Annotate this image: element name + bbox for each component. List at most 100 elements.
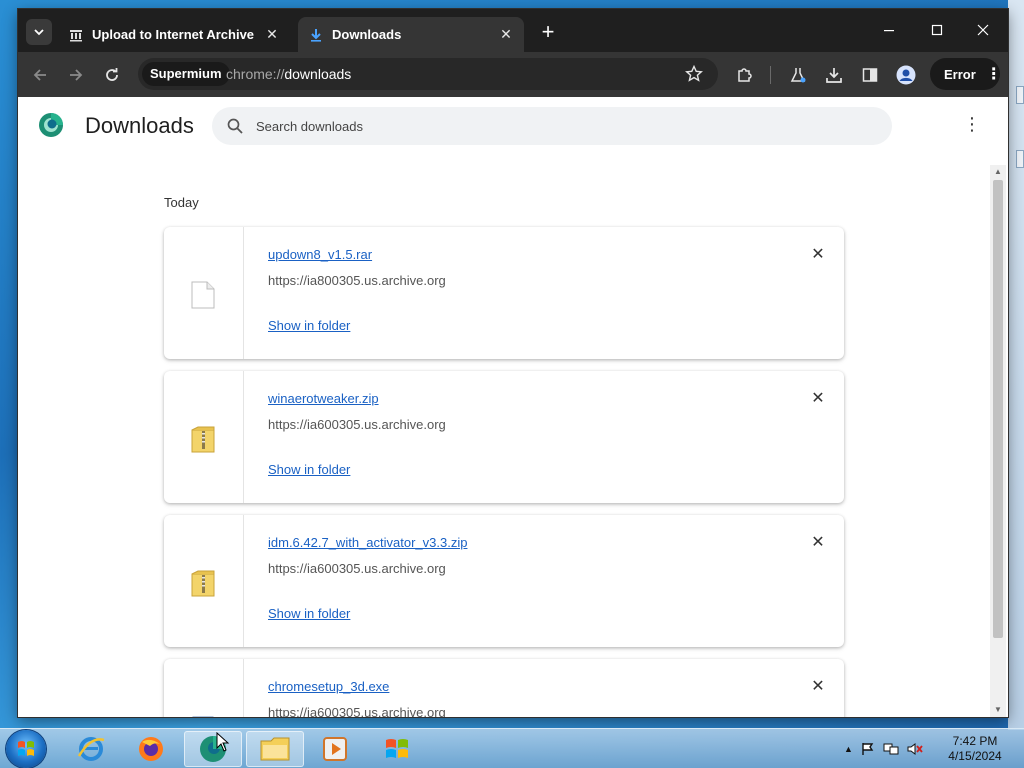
taskbar-firefox[interactable] [122, 731, 180, 767]
browser-toolbar: Supermium chrome://downloads Error ⋮ [18, 52, 1008, 97]
download-item: updown8_v1.5.rar https://ia800305.us.arc… [164, 227, 844, 359]
folder-icon [260, 737, 290, 761]
background-window-fragment [1016, 86, 1024, 104]
network-icon[interactable] [883, 742, 899, 756]
file-name-link[interactable]: chromesetup_3d.exe [268, 679, 389, 694]
close-tab-icon[interactable]: ✕ [496, 25, 516, 45]
action-center-flag-icon[interactable] [861, 742, 875, 756]
download-arrow-icon [308, 27, 324, 43]
minimize-icon [884, 30, 894, 32]
file-icon-area [164, 227, 244, 359]
close-icon [977, 24, 989, 36]
search-icon [227, 118, 243, 134]
toolbar-divider [770, 66, 771, 84]
back-button[interactable] [28, 63, 52, 87]
file-name-link[interactable]: idm.6.42.7_with_activator_v3.3.zip [268, 535, 467, 550]
extensions-button[interactable] [733, 63, 757, 87]
puzzle-piece-icon [738, 68, 752, 82]
page-title: Downloads [85, 113, 194, 138]
windows-taskbar: ▲ 7:42 PM 4/15/2024 [0, 728, 1024, 768]
minimize-button[interactable] [866, 17, 912, 43]
search-downloads-input[interactable] [256, 107, 856, 145]
taskbar-supermium[interactable] [184, 731, 242, 767]
remove-download-close-icon[interactable]: ✕ [808, 389, 828, 409]
file-icon-area [164, 659, 244, 717]
scroll-down-arrow-icon[interactable]: ▼ [993, 705, 1003, 715]
download-item: idm.6.42.7_with_activator_v3.3.zip https… [164, 515, 844, 647]
star-icon [685, 65, 703, 82]
arrow-left-icon [33, 69, 46, 81]
show-hidden-icons-arrow-icon[interactable]: ▲ [844, 744, 853, 754]
labs-button[interactable] [786, 63, 810, 87]
taskbar-file-explorer[interactable] [246, 731, 304, 767]
mouse-cursor-icon [216, 732, 230, 752]
address-bar[interactable]: Supermium chrome://downloads [138, 58, 718, 90]
flask-icon [790, 68, 806, 83]
download-item: winaerotweaker.zip https://ia600305.us.a… [164, 371, 844, 503]
profile-button[interactable] [894, 63, 918, 87]
url-text: chrome://downloads [226, 66, 352, 82]
file-source-url: https://ia600305.us.archive.org [268, 417, 446, 432]
remove-download-close-icon[interactable]: ✕ [808, 245, 828, 265]
volume-muted-icon[interactable] [907, 742, 923, 756]
error-menu-button[interactable]: Error ⋮ [930, 58, 1002, 90]
browser-name-chip[interactable]: Supermium [142, 62, 230, 86]
taskbar-media-player[interactable] [306, 731, 364, 767]
remove-download-close-icon[interactable]: ✕ [808, 533, 828, 553]
tab-title: Downloads [332, 27, 402, 42]
remove-download-close-icon[interactable]: ✕ [808, 677, 828, 697]
arrow-right-icon [70, 69, 83, 81]
archive-building-icon [68, 27, 84, 43]
show-in-folder-link[interactable]: Show in folder [268, 462, 350, 477]
windows-logo-icon [18, 741, 34, 756]
system-clock[interactable]: 7:42 PM 4/15/2024 [940, 734, 1010, 764]
scrollbar-thumb[interactable] [993, 180, 1003, 638]
reload-icon [106, 68, 118, 81]
search-downloads-box[interactable] [212, 107, 892, 145]
side-panel-icon [862, 68, 878, 82]
file-name-link[interactable]: updown8_v1.5.rar [268, 247, 372, 262]
date-section-label: Today [164, 195, 199, 210]
file-name-link[interactable]: winaerotweaker.zip [268, 391, 379, 406]
blank-file-icon [191, 281, 215, 309]
windows-flag-icon [386, 739, 408, 758]
chevron-down-icon [34, 29, 44, 36]
page-scrollbar[interactable]: ▲ ▼ [990, 165, 1006, 717]
taskbar-internet-explorer[interactable] [62, 731, 120, 767]
downloads-button[interactable] [822, 63, 846, 87]
start-button[interactable] [6, 730, 46, 768]
forward-button[interactable] [64, 63, 88, 87]
internet-explorer-icon [77, 737, 105, 761]
show-in-folder-link[interactable]: Show in folder [268, 606, 350, 621]
show-in-folder-link[interactable]: Show in folder [268, 318, 350, 333]
close-tab-icon[interactable]: ✕ [262, 25, 282, 45]
reload-button[interactable] [100, 63, 124, 87]
scroll-up-arrow-icon[interactable]: ▲ [993, 167, 1003, 177]
new-tab-button[interactable]: + [536, 21, 560, 45]
taskbar-windows-update[interactable] [368, 731, 426, 767]
tab-search-button[interactable] [26, 19, 52, 45]
maximize-button[interactable] [914, 17, 960, 43]
more-actions-button[interactable]: ⋮ [962, 115, 982, 135]
error-label: Error [944, 66, 976, 82]
tab-upload-archive[interactable]: Upload to Internet Archive ✕ [58, 17, 290, 52]
tab-title: Upload to Internet Archive [92, 27, 255, 42]
clock-time: 7:42 PM [952, 734, 998, 748]
clock-date: 4/15/2024 [948, 749, 1002, 763]
tab-downloads[interactable]: Downloads ✕ [298, 17, 524, 52]
browser-window: Upload to Internet Archive ✕ Downloads ✕… [18, 9, 1008, 717]
bookmark-star-button[interactable] [682, 62, 706, 86]
side-panel-button[interactable] [858, 63, 882, 87]
close-window-button[interactable] [960, 17, 1006, 43]
file-icon-area [164, 371, 244, 503]
maximize-icon [931, 24, 943, 36]
background-window-fragment [1016, 150, 1024, 168]
file-source-url: https://ia600305.us.archive.org [268, 705, 446, 717]
download-item: chromesetup_3d.exe https://ia600305.us.a… [164, 659, 844, 717]
file-source-url: https://ia600305.us.archive.org [268, 561, 446, 576]
installer-icon [192, 716, 214, 717]
zip-folder-icon [191, 426, 215, 453]
download-icon [826, 68, 842, 83]
file-source-url: https://ia800305.us.archive.org [268, 273, 446, 288]
avatar-icon [896, 65, 916, 85]
